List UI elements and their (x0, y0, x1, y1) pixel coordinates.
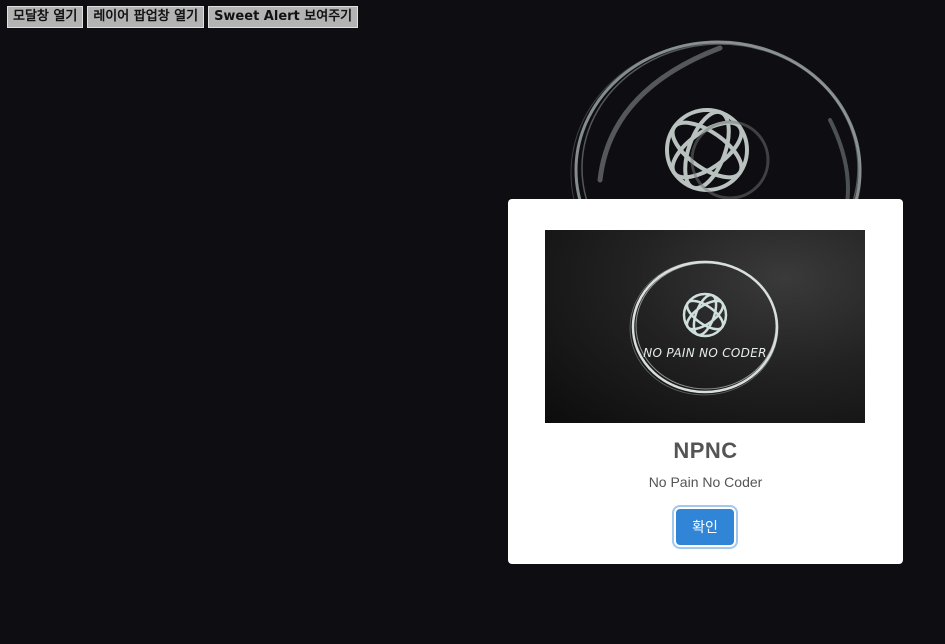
background-atom-icon (665, 108, 749, 192)
logo-caption: NO PAIN NO CODER (643, 346, 766, 360)
sweet-alert-dialog: NO PAIN NO CODER NPNC No Pain No Coder 확… (508, 199, 903, 564)
toolbar: 모달창 열기 레이어 팝업창 열기 Sweet Alert 보여주기 (7, 6, 359, 28)
open-modal-button[interactable]: 모달창 열기 (7, 6, 84, 28)
alert-text: No Pain No Coder (648, 474, 763, 490)
alert-title: NPNC (673, 438, 738, 463)
npnc-logo: NO PAIN NO CODER (629, 260, 779, 396)
page: 모달창 열기 레이어 팝업창 열기 Sweet Alert 보여주기 NO PA… (0, 0, 945, 644)
show-sweet-alert-button[interactable]: Sweet Alert 보여주기 (208, 6, 359, 28)
atom-icon (682, 292, 728, 338)
open-layer-popup-button[interactable]: 레이어 팝업창 열기 (87, 6, 205, 28)
confirm-button[interactable]: 확인 (676, 509, 734, 545)
alert-image: NO PAIN NO CODER (545, 230, 865, 423)
